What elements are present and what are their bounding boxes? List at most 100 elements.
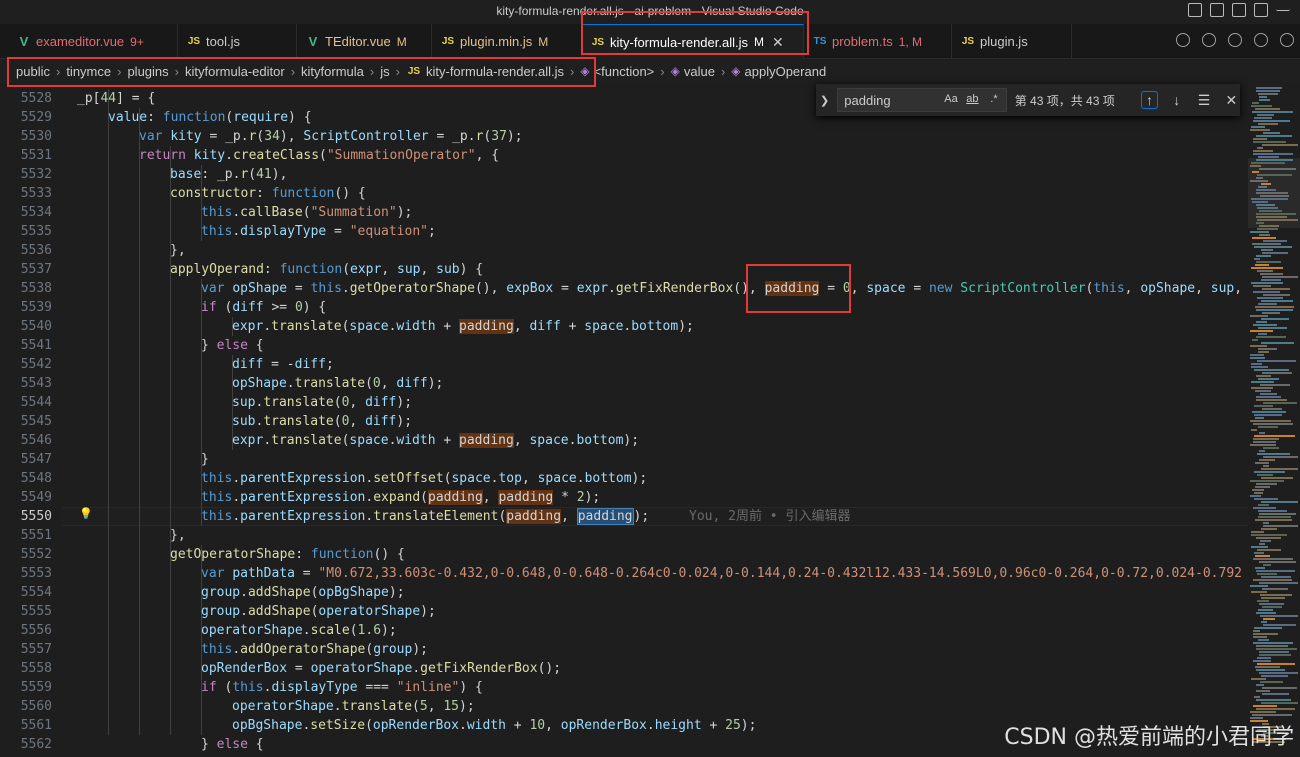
minimap-line	[1256, 135, 1292, 137]
go-forward-icon[interactable]	[1254, 33, 1268, 47]
code-line[interactable]: this.parentExpression.translateElement(p…	[201, 507, 649, 526]
minimap-line	[1261, 279, 1281, 281]
code-line[interactable]: },	[170, 241, 186, 260]
code-line[interactable]: constructor: function() {	[170, 184, 366, 203]
code-editor[interactable]: 5528 _p[44] = {5529 value: function(requir…	[0, 83, 1248, 757]
find-in-selection-icon[interactable]: ☰	[1195, 92, 1212, 109]
customize-layout-icon[interactable]	[1254, 3, 1268, 17]
match-count: 第 43 项，共 43 项	[1014, 93, 1115, 108]
code-token: kity	[170, 129, 202, 144]
minimap-line	[1262, 252, 1288, 254]
code-line[interactable]: _p[44] = {	[77, 89, 155, 108]
code-line[interactable]: diff = -diff;	[232, 355, 334, 374]
timeline-icon[interactable]	[1176, 33, 1190, 47]
minimap-line	[1259, 561, 1296, 563]
code-line[interactable]: return kity.createClass("SummationOperat…	[139, 146, 499, 165]
minimap-line	[1256, 321, 1267, 323]
code-token: );	[420, 604, 436, 619]
minimap-line	[1255, 108, 1280, 110]
toggle-sidebar-icon[interactable]	[1188, 3, 1202, 17]
line-number: 5538	[20, 281, 52, 296]
code-line[interactable]: operatorShape.scale(1.6);	[201, 621, 397, 640]
minimap-line	[1258, 333, 1267, 335]
code-token: padding	[459, 319, 514, 334]
code-token: (	[349, 623, 358, 638]
code-token: ,	[1234, 281, 1243, 296]
code-line[interactable]: this.parentExpression.expand(padding, pa…	[201, 488, 600, 507]
minimap-line	[1259, 543, 1265, 545]
minimap-line	[1261, 183, 1271, 185]
code-token: createClass	[232, 148, 320, 163]
breadcrumb-symbol-function[interactable]: <function>	[594, 64, 655, 79]
go-back-icon[interactable]	[1228, 33, 1242, 47]
code-line[interactable]: value: function(require) {	[108, 108, 312, 127]
code-line[interactable]: group.addShape(opBgShape);	[201, 583, 405, 602]
code-line[interactable]: group.addShape(operatorShape);	[201, 602, 436, 621]
code-line[interactable]: sup.translate(0, diff);	[232, 393, 412, 412]
minimap-line	[1259, 234, 1270, 236]
code-line[interactable]: opShape.translate(0, diff);	[232, 374, 443, 393]
toggle-panel-icon[interactable]	[1210, 3, 1224, 17]
minimize-icon[interactable]	[1276, 3, 1290, 11]
code-line[interactable]: var opShape = this.getOperatorShape(), e…	[201, 279, 1248, 298]
code-line[interactable]: opRenderBox = operatorShape.getFixRender…	[201, 659, 561, 678]
code-line[interactable]: }	[201, 450, 209, 469]
code-token: opRenderBox	[201, 661, 288, 676]
tab-plugin-min-js[interactable]: JS plugin.min.js M	[432, 24, 582, 59]
compare-changes-icon[interactable]	[1202, 33, 1216, 47]
line-number: 5555	[20, 604, 52, 619]
code-line[interactable]: this.callBase("Summation");	[201, 203, 412, 222]
code-line[interactable]: base: _p.r(41),	[170, 165, 287, 184]
minimap-line	[1254, 258, 1260, 260]
code-line[interactable]: sub.translate(0, diff);	[232, 412, 412, 431]
code-token: this	[201, 490, 233, 505]
code-line[interactable]: },	[170, 526, 186, 545]
tab-teditor-vue[interactable]: V TEditor.vue M	[297, 24, 432, 59]
toggle-replace-icon[interactable]: ❯	[816, 94, 833, 107]
code-token: kity	[193, 148, 226, 163]
code-line[interactable]: applyOperand: function(expr, sup, sub) {	[170, 260, 483, 279]
code-line[interactable]: expr.translate(space.width + padding, di…	[232, 317, 694, 336]
code-line[interactable]: this.parentExpression.setOffset(space.to…	[201, 469, 647, 488]
code-line[interactable]: operatorShape.translate(5, 15);	[232, 697, 475, 716]
minimap-line	[1250, 315, 1268, 317]
code-line[interactable]: opBgShape.setSize(opRenderBox.width + 10…	[232, 716, 756, 735]
code-line[interactable]: } else {	[201, 336, 264, 355]
minimap-line	[1257, 207, 1278, 209]
tab-exameditor-vue[interactable]: Vexameditor.vue 9+	[8, 24, 178, 59]
regex-button[interactable]: .*	[990, 93, 997, 105]
minimap-line	[1259, 582, 1298, 584]
code-line[interactable]: var kity = _p.r(34), ScriptController = …	[139, 127, 523, 146]
code-line[interactable]: this.displayType = "equation";	[201, 222, 436, 241]
toggle-secondary-sidebar-icon[interactable]	[1232, 3, 1246, 17]
next-match-icon[interactable]: ↓	[1168, 92, 1185, 108]
code-line[interactable]: this.addOperatorShape(group);	[201, 640, 428, 659]
code-token: .	[232, 471, 241, 486]
layout-controls	[1188, 3, 1290, 17]
breadcrumb-symbol-applyOperand[interactable]: applyOperand	[745, 64, 827, 79]
minimap[interactable]	[1248, 83, 1300, 757]
tab-tool-js[interactable]: JS tool.js	[178, 24, 297, 59]
tab-problem-ts[interactable]: TS problem.ts 1, M	[804, 24, 952, 59]
close-icon[interactable]: ✕	[1223, 92, 1240, 109]
minimap-line	[1257, 453, 1290, 455]
code-token: expand	[373, 490, 421, 505]
minimap-line	[1256, 669, 1285, 671]
previous-match-icon[interactable]: ↑	[1140, 91, 1159, 109]
tab-plugin-js[interactable]: JS plugin.js	[952, 24, 1072, 59]
more-actions-icon[interactable]	[1280, 33, 1294, 47]
code-line[interactable]: if (this.displayType === "inline") {	[201, 678, 483, 697]
match-whole-word-button[interactable]: ab	[966, 93, 978, 105]
minimap-line	[1257, 270, 1273, 272]
code-line[interactable]: expr.translate(space.width + padding, sp…	[232, 431, 639, 450]
code-line[interactable]: if (diff >= 0) {	[201, 298, 326, 317]
minimap-line	[1253, 423, 1293, 425]
code-line[interactable]: } else {	[201, 735, 264, 754]
match-case-button[interactable]: Aa	[944, 93, 957, 105]
breadcrumb-symbol-value[interactable]: value	[684, 64, 715, 79]
find-input[interactable]: padding Aa ab .*	[837, 88, 1007, 112]
code-token: this	[201, 224, 233, 239]
lightbulb-icon[interactable]: 💡	[79, 507, 93, 520]
code-line[interactable]: getOperatorShape: function() {	[170, 545, 405, 564]
code-line[interactable]: var pathData = "M0.672,33.603c-0.432,0-0…	[201, 564, 1242, 583]
